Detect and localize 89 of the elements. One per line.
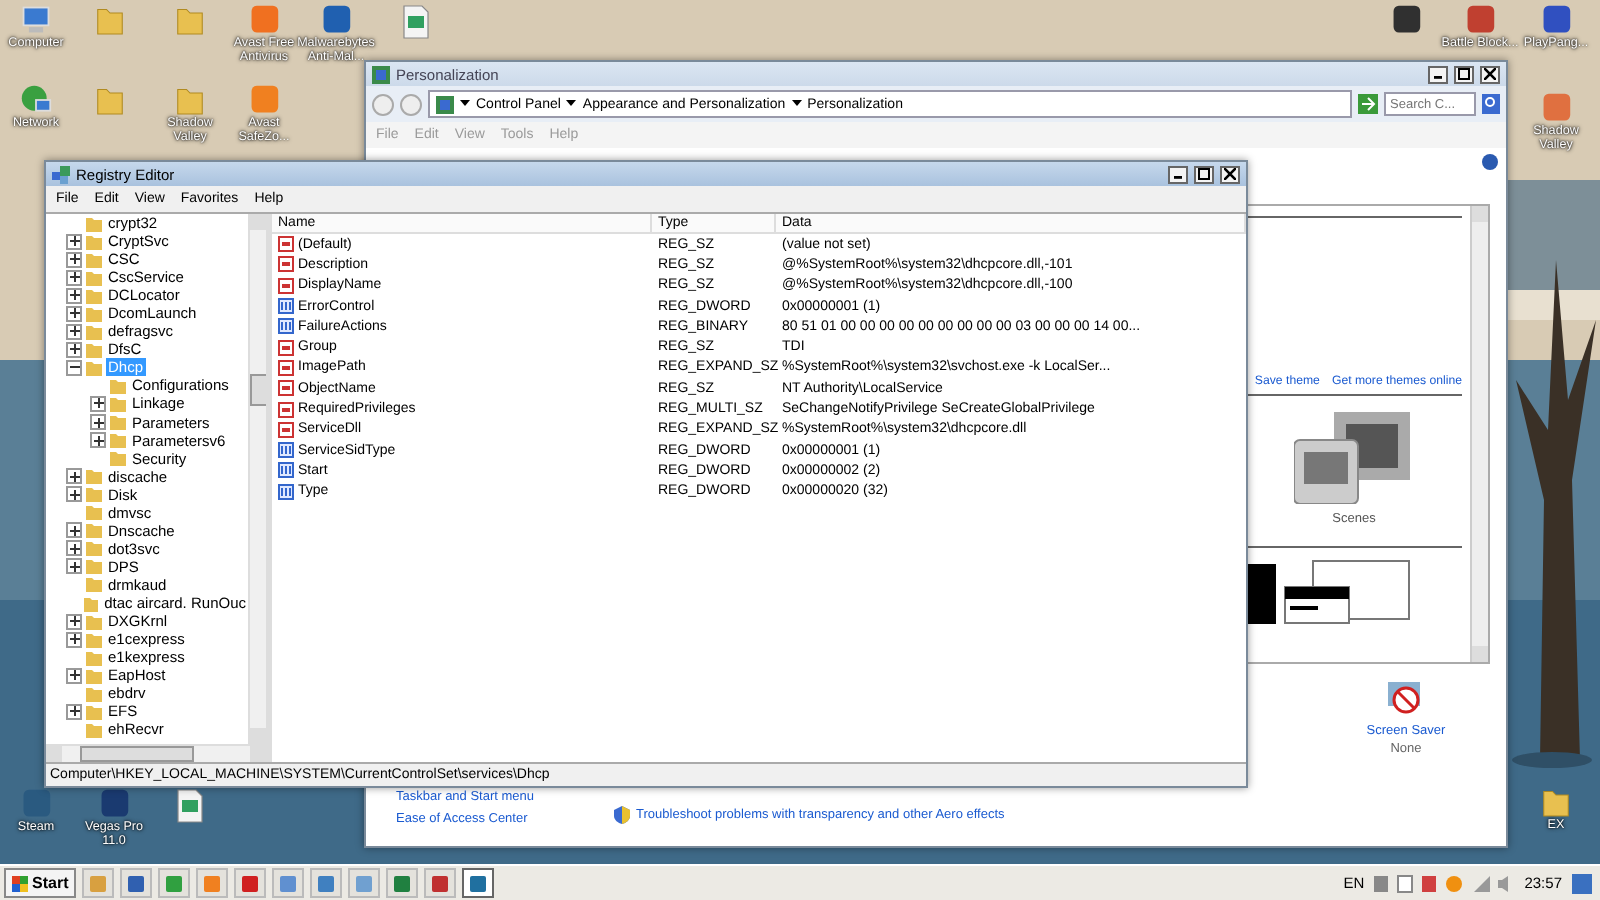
expand-toggle[interactable] xyxy=(66,486,82,503)
plus-icon xyxy=(69,308,79,319)
expand-toggle[interactable] xyxy=(66,251,82,268)
plus-icon xyxy=(69,561,79,572)
expand-toggle[interactable] xyxy=(66,233,82,250)
close-icon xyxy=(1484,68,1496,80)
binary-value-icon xyxy=(278,483,294,500)
minimize-button[interactable] xyxy=(1168,165,1188,183)
window-icon xyxy=(372,65,390,83)
help-icon[interactable] xyxy=(1482,154,1498,170)
plus-icon xyxy=(69,706,79,717)
plus-icon xyxy=(93,435,103,446)
app-icon[interactable] xyxy=(1390,4,1422,36)
expand-toggle[interactable] xyxy=(66,522,82,539)
collapse-toggle[interactable] xyxy=(66,359,82,376)
expand-toggle[interactable] xyxy=(66,613,82,630)
expand-toggle[interactable] xyxy=(66,305,82,322)
search-icon[interactable] xyxy=(1482,94,1500,114)
taskbar-app[interactable] xyxy=(386,868,419,898)
globe-icon[interactable] xyxy=(20,84,52,116)
theme-thumbnail[interactable] xyxy=(1294,412,1414,504)
binary-value-icon xyxy=(278,318,294,335)
taskbar-app[interactable] xyxy=(310,868,343,898)
binary-value-icon xyxy=(278,442,294,459)
maximize-button[interactable] xyxy=(1454,65,1474,83)
expand-toggle[interactable] xyxy=(66,287,82,304)
taskbar-app[interactable] xyxy=(424,868,457,898)
document-icon[interactable] xyxy=(400,4,432,40)
plus-icon xyxy=(69,670,79,681)
taskbar-app[interactable] xyxy=(234,868,267,898)
plus-icon xyxy=(69,471,79,482)
plus-icon xyxy=(69,344,79,355)
plus-icon xyxy=(69,326,79,337)
plus-icon xyxy=(69,543,79,554)
windows-logo-icon xyxy=(12,875,28,891)
expand-toggle[interactable] xyxy=(66,269,82,286)
expand-toggle[interactable] xyxy=(66,468,82,485)
caret-icon xyxy=(566,100,577,108)
plus-icon xyxy=(69,254,79,265)
caret-icon xyxy=(460,100,470,108)
expand-toggle[interactable] xyxy=(66,703,82,720)
minimize-button[interactable] xyxy=(1428,65,1448,83)
plus-icon xyxy=(69,290,79,301)
scrollbar[interactable] xyxy=(248,214,266,744)
scroll-thumb[interactable] xyxy=(249,373,266,405)
minus-icon xyxy=(69,362,79,373)
plus-icon xyxy=(69,489,79,500)
registry-icon xyxy=(52,165,70,183)
shield-icon xyxy=(614,806,631,824)
plus-icon xyxy=(69,272,79,283)
app-icon[interactable] xyxy=(320,4,352,36)
window-icon xyxy=(436,95,454,113)
plus-icon xyxy=(93,398,103,409)
expand-toggle[interactable] xyxy=(66,667,82,684)
plus-icon xyxy=(69,525,79,536)
expand-toggle[interactable] xyxy=(66,540,82,557)
maximize-icon xyxy=(1458,68,1470,80)
expand-toggle[interactable] xyxy=(66,323,82,340)
expand-toggle[interactable] xyxy=(90,432,106,449)
plus-icon xyxy=(69,616,79,627)
expand-toggle[interactable] xyxy=(90,414,106,431)
taskbar-app[interactable] xyxy=(120,868,153,898)
go-icon[interactable] xyxy=(1358,94,1378,114)
binary-value-icon xyxy=(278,298,294,315)
taskbar-app[interactable] xyxy=(272,868,305,898)
close-button[interactable] xyxy=(1220,165,1240,183)
scrollbar[interactable] xyxy=(46,744,266,762)
caret-icon xyxy=(791,100,802,108)
high-contrast-thumbnail[interactable] xyxy=(1248,560,1410,624)
maximize-button[interactable] xyxy=(1194,165,1214,183)
document-icon[interactable] xyxy=(174,788,206,824)
expand-toggle[interactable] xyxy=(66,631,82,648)
scroll-thumb[interactable] xyxy=(79,746,193,762)
expand-toggle[interactable] xyxy=(90,395,106,412)
plus-icon xyxy=(69,634,79,645)
taskbar-app[interactable] xyxy=(158,868,191,898)
folder-icon[interactable] xyxy=(1542,786,1570,818)
show-desktop-icon[interactable] xyxy=(1572,873,1592,893)
plus-icon xyxy=(93,417,103,428)
expand-toggle[interactable] xyxy=(66,341,82,358)
computer-icon[interactable] xyxy=(20,4,52,36)
close-button[interactable] xyxy=(1480,65,1500,83)
maximize-icon xyxy=(1198,168,1210,180)
close-icon xyxy=(1224,168,1236,180)
taskbar-app[interactable] xyxy=(462,868,495,898)
plus-icon xyxy=(69,236,79,247)
start-button[interactable]: Start xyxy=(4,868,77,898)
binary-value-icon xyxy=(278,462,294,479)
expand-toggle[interactable] xyxy=(66,558,82,575)
